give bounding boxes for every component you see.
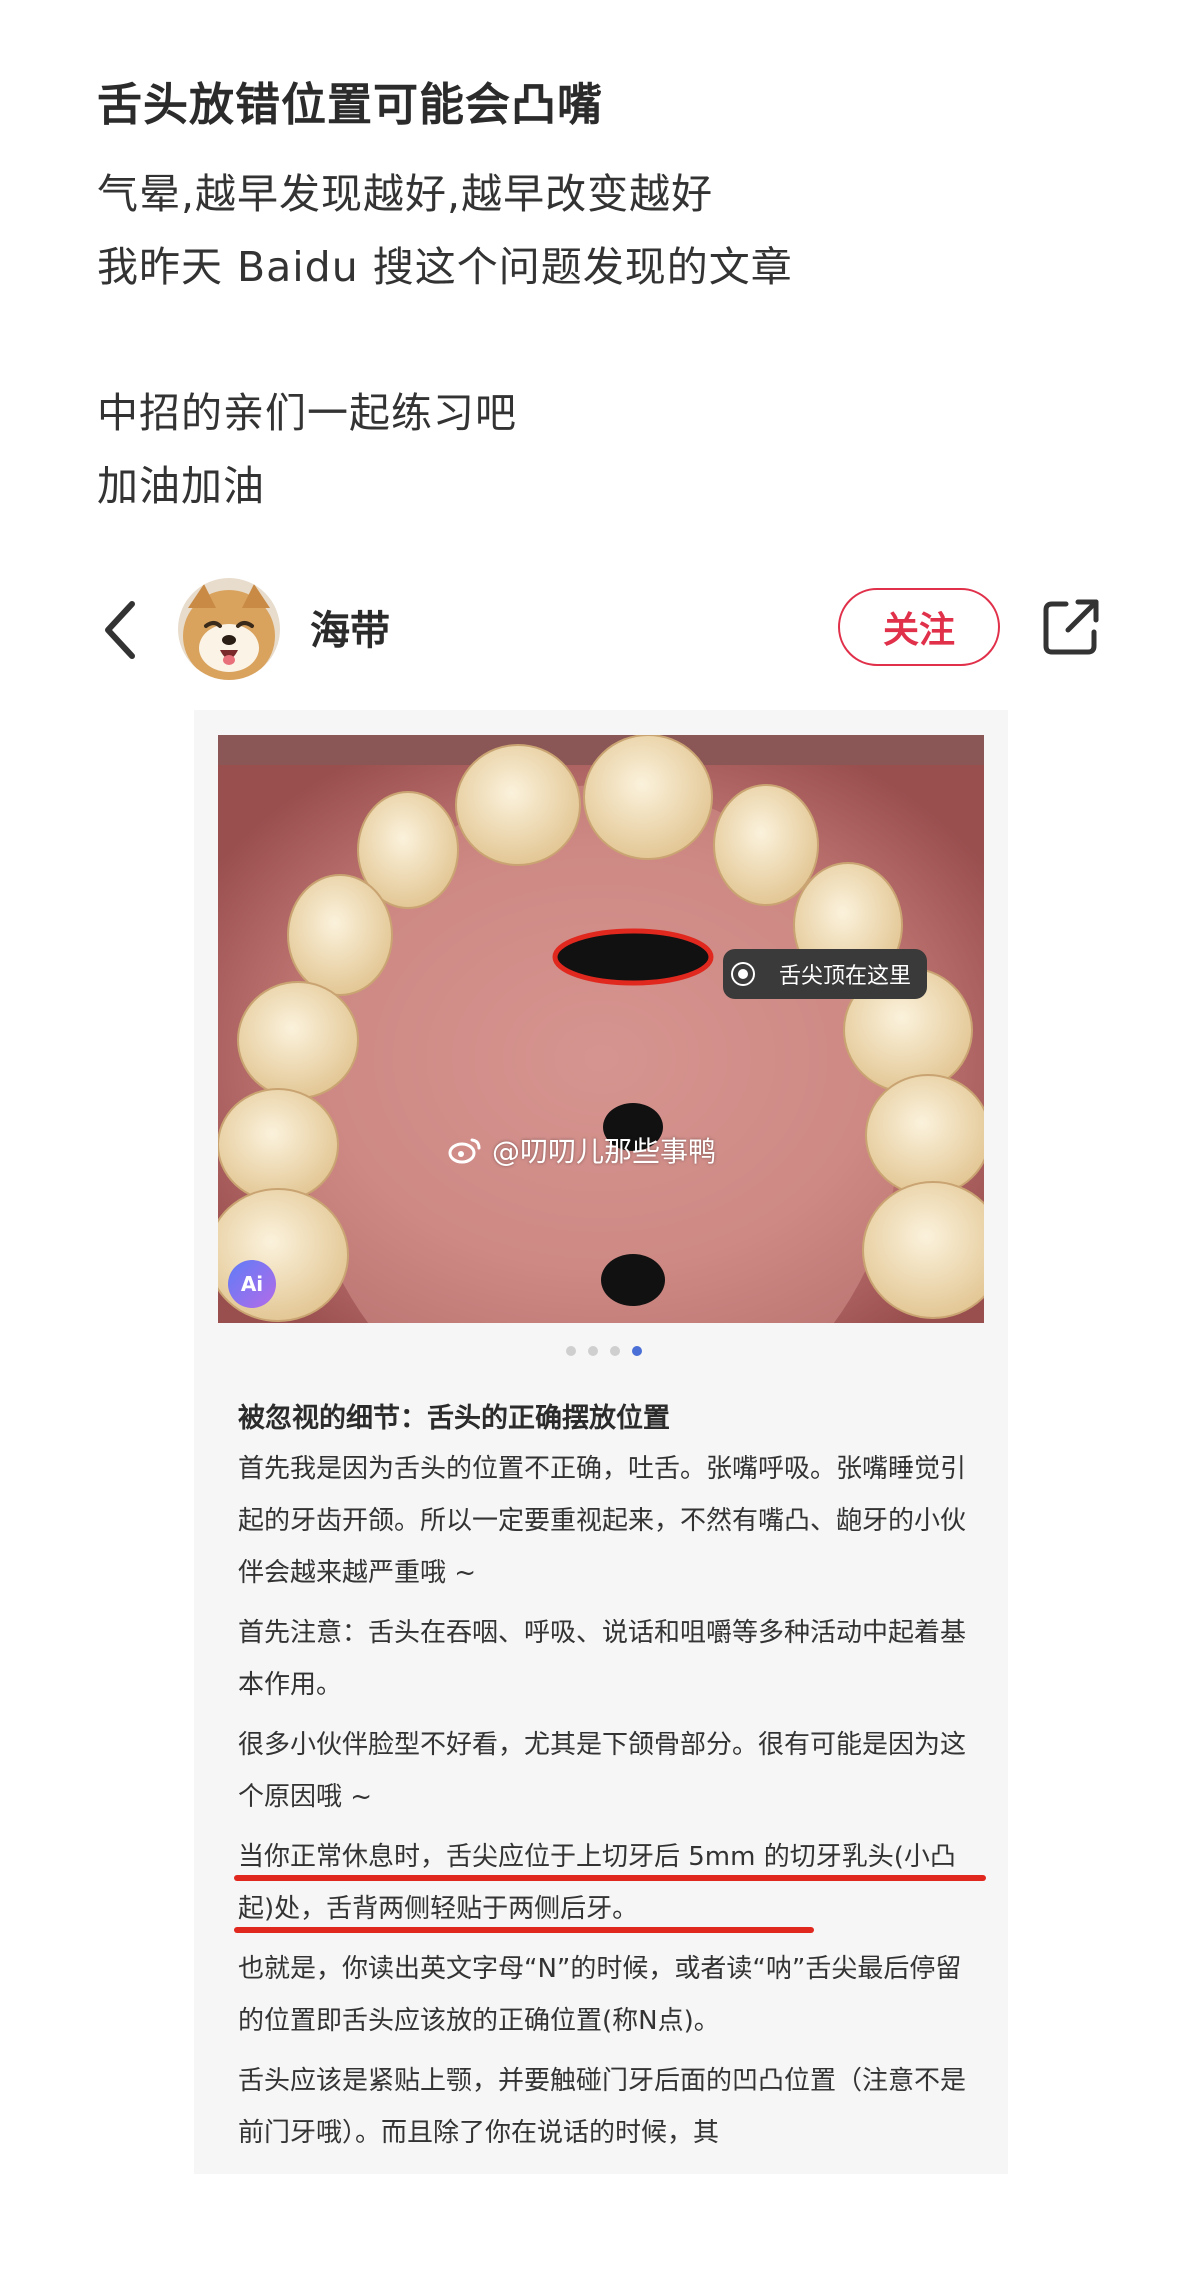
highlighted-text: 当你正常休息时，舌尖应位于上切牙后 5mm 的切牙乳头(小凸起)处，舌背两侧轻贴… xyxy=(238,1842,956,1924)
back-button[interactable] xyxy=(100,600,140,660)
watermark: @叨叨儿那些事鸭 xyxy=(448,1130,716,1170)
post-line: 我昨天 Baidu 搜这个问题发现的文章 xyxy=(97,243,793,291)
chevron-left-icon xyxy=(105,601,135,659)
tooltip-label: 舌尖顶在这里 xyxy=(723,949,928,999)
palate-illustration xyxy=(218,735,984,1323)
article-paragraph: 很多小伙伴脸型不好看，尤其是下颌骨部分。很有可能是因为这个原因哦 ~ xyxy=(238,1730,967,1812)
author-name[interactable]: 海带 xyxy=(310,598,390,656)
post-line: 加油加油 xyxy=(97,462,265,510)
article-paragraph: 舌头应该是紧贴上颚，并要触碰门牙后面的凹凸位置（注意不是前门牙哦）。而且除了你在… xyxy=(238,2066,967,2148)
post-line: 气晕,越早发现越好,越早改变越好 xyxy=(97,170,714,218)
article-paragraph: 首先我是因为舌头的位置不正确，吐舌。张嘴呼吸。张嘴睡觉引起的牙齿开颌。所以一定要… xyxy=(238,1454,967,1588)
article-heading: 被忽视的细节：舌头的正确摆放位置 xyxy=(238,1403,670,1434)
post-title: 舌头放错位置可能会凸嘴 xyxy=(97,78,604,131)
watermark-text: @叨叨儿那些事鸭 xyxy=(492,1135,717,1168)
carousel-dot[interactable] xyxy=(610,1346,620,1356)
article-paragraph-highlighted: 当你正常休息时，舌尖应位于上切牙后 5mm 的切牙乳头(小凸起)处，舌背两侧轻贴… xyxy=(234,1831,986,1935)
avatar[interactable] xyxy=(178,578,280,680)
red-underline xyxy=(234,1927,814,1933)
carousel-dot[interactable] xyxy=(588,1346,598,1356)
carousel-indicator xyxy=(566,1346,642,1356)
share-button[interactable] xyxy=(1040,596,1102,658)
palate-photo: 舌尖顶在这里 @叨叨儿那些事鸭 Ai xyxy=(218,735,984,1323)
post-line: 中招的亲们一起练习吧 xyxy=(97,389,517,437)
article-paragraph: 也就是，你读出英文字母“N”的时候，或者读“呐”舌尖最后停留的位置即舌头应该放的… xyxy=(238,1954,962,2036)
carousel-dot-active[interactable] xyxy=(632,1346,642,1356)
red-underline xyxy=(234,1875,986,1881)
tooltip-text: 舌尖顶在这里 xyxy=(779,964,912,989)
article-body: 被忽视的细节：舌头的正确摆放位置 首先我是因为舌头的位置不正确，吐舌。张嘴呼吸。… xyxy=(234,1380,986,2159)
article-paragraph: 首先注意：舌头在吞咽、呼吸、说话和咀嚼等多种活动中起着基本作用。 xyxy=(238,1618,967,1700)
author-bar: 海带 关注 xyxy=(0,570,1200,685)
share-external-icon xyxy=(1043,599,1099,655)
weibo-icon xyxy=(448,1138,481,1164)
embedded-screenshot: 舌尖顶在这里 @叨叨儿那些事鸭 Ai 被忽视的细节：舌头的正确摆放位置 首先我是… xyxy=(194,710,1008,2174)
follow-button[interactable]: 关注 xyxy=(838,588,1000,666)
shiba-dog-avatar-icon xyxy=(178,578,280,680)
tooltip-anchor-dot xyxy=(733,964,753,984)
carousel-dot[interactable] xyxy=(566,1346,576,1356)
ai-badge[interactable]: Ai xyxy=(228,1260,276,1308)
